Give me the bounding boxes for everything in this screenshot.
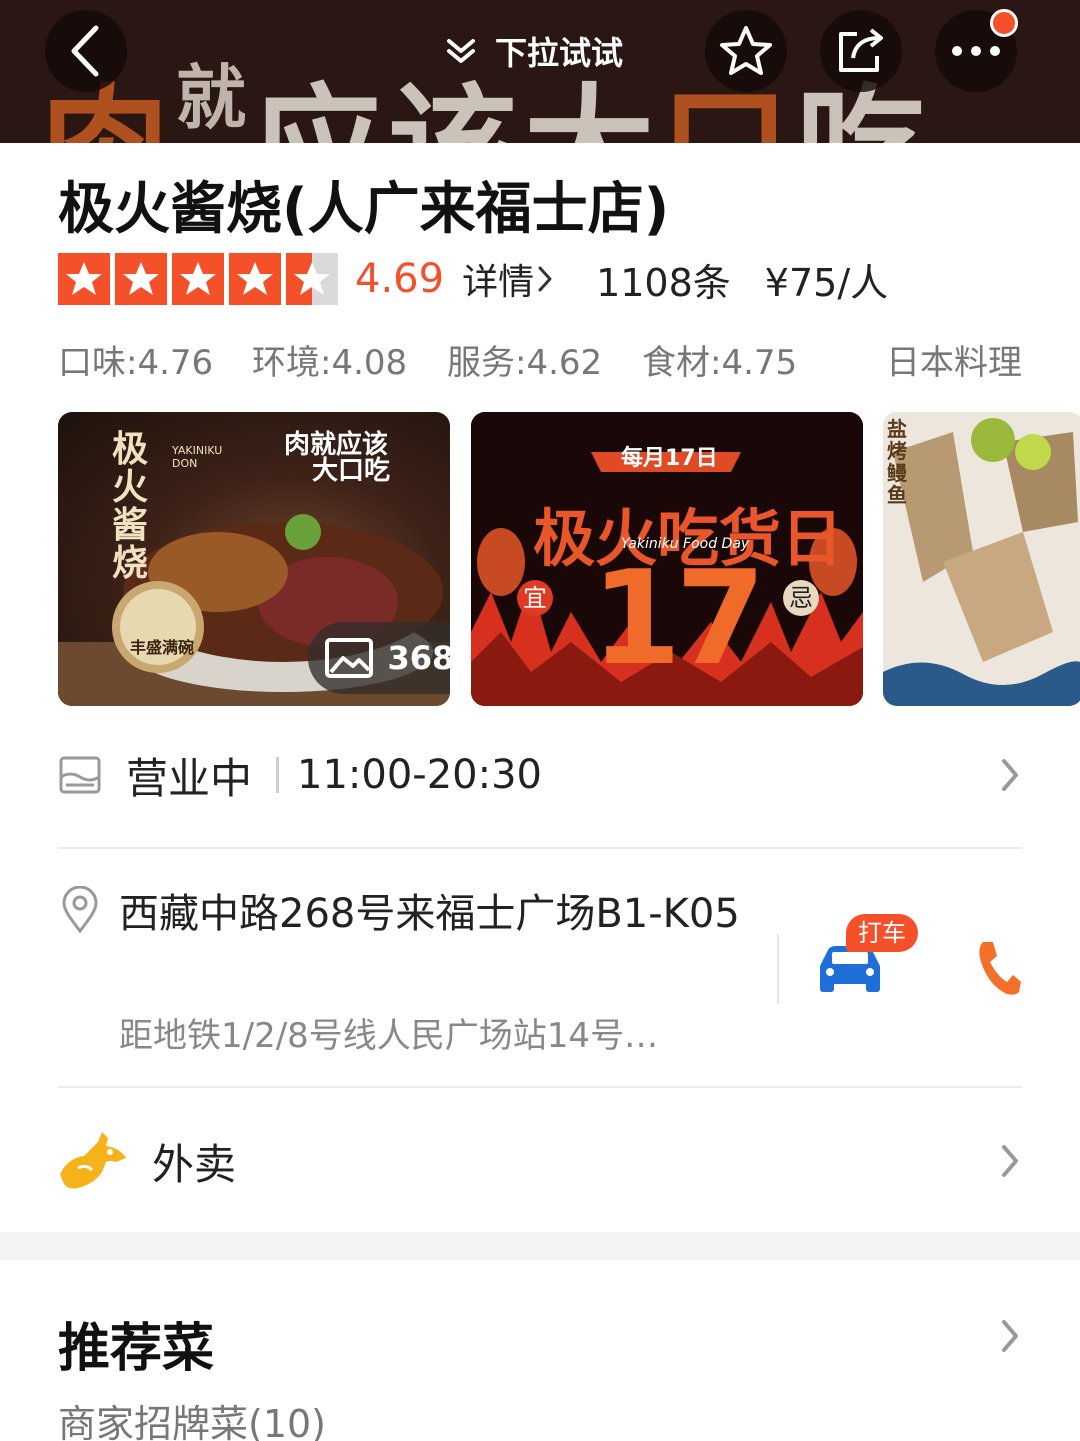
- share-button[interactable]: [820, 10, 902, 92]
- storefront-icon: [59, 756, 101, 794]
- star-outline-icon: [720, 26, 772, 75]
- kangaroo-delivery-icon: [60, 1132, 126, 1189]
- half-star-icon: [286, 253, 338, 305]
- photo-food-day-poster[interactable]: 每月17日 极火吃货日 Yakiniku Food Day 17 宜 忌: [471, 412, 863, 706]
- back-arrow-icon: [71, 25, 99, 77]
- open-status: 营业中: [126, 753, 253, 803]
- phone-icon[interactable]: [975, 938, 1023, 998]
- section-gap: [0, 1232, 1080, 1260]
- more-dots-icon: [952, 46, 1000, 56]
- separator: [276, 757, 280, 793]
- chevron-right-icon: [1002, 1145, 1018, 1177]
- photo-count: 3684: [387, 639, 450, 677]
- photo-count-badge[interactable]: 3684: [308, 622, 450, 694]
- banner-text: 应该大: [252, 70, 660, 143]
- image-icon: [325, 638, 374, 678]
- recommended-dishes-title[interactable]: 推荐菜: [58, 1306, 214, 1381]
- shop-name: 极火酱烧(人广来福士店): [58, 177, 670, 242]
- divider: [58, 1086, 1022, 1088]
- favorite-button[interactable]: [705, 10, 787, 92]
- ingredients-score: 食材:4.75: [642, 343, 798, 383]
- grilled-eel-illustration: [883, 412, 1080, 706]
- star-icon: [115, 253, 167, 305]
- back-button[interactable]: [45, 10, 127, 92]
- poster-top-text: 每月17日: [621, 446, 718, 471]
- price-per-person: ¥75/人: [764, 260, 889, 305]
- star-icon: [229, 253, 281, 305]
- poster-number: 17: [591, 542, 766, 694]
- double-chevron-down-icon: [447, 39, 475, 63]
- cuisine-type: 日本料理: [886, 343, 1022, 383]
- sub-scores: 口味:4.76 环境:4.08 服务:4.62 食材:4.75 日本料理: [58, 335, 1022, 383]
- location-pin-icon: [62, 886, 98, 934]
- chevron-right-icon: [1002, 759, 1018, 791]
- pull-hint-text: 下拉试试: [495, 34, 624, 72]
- vertical-divider: [777, 934, 779, 1004]
- logo-en-text: YAKINIKU DON: [172, 444, 223, 470]
- pull-down-hint: 下拉试试: [445, 28, 623, 74]
- taste-score: 口味:4.76: [58, 343, 214, 383]
- business-hours-row[interactable]: 营业中 11:00-20:30: [58, 745, 1022, 805]
- review-count: 1108条: [596, 260, 731, 305]
- details-label: 详情: [462, 262, 535, 303]
- dish-label: 盐烤鳗鱼: [887, 417, 907, 507]
- banner-text: 就: [176, 56, 253, 139]
- share-icon: [839, 28, 883, 72]
- rating-score: 4.69: [355, 256, 445, 302]
- poster-left-tag: 宜: [517, 580, 553, 616]
- address-text[interactable]: 西藏中路268号来福士广场B1-K05: [119, 888, 759, 940]
- environment-score: 环境:4.08: [252, 343, 408, 383]
- logo-text: 极火酱烧: [112, 428, 149, 584]
- photo-food-bowl[interactable]: 极火酱烧 YAKINIKU DON 肉就应该 大口吃 丰盛满碗 3684: [58, 412, 450, 706]
- delivery-row[interactable]: 外卖: [58, 1125, 1022, 1197]
- delivery-label: 外卖: [152, 1139, 237, 1189]
- signature-dishes-label: 商家招牌菜(10): [58, 1402, 327, 1441]
- taxi-badge[interactable]: 打车: [846, 914, 918, 952]
- star-icon: [172, 253, 224, 305]
- details-link[interactable]: 详情: [462, 253, 556, 305]
- service-score: 服务:4.62: [447, 343, 603, 383]
- star-icon: [58, 253, 110, 305]
- rating-row[interactable]: 4.69 详情 1108条 ¥75/人: [58, 253, 888, 305]
- star-rating: [58, 253, 343, 305]
- chevron-right-icon[interactable]: [998, 1316, 1022, 1356]
- divider: [58, 847, 1022, 849]
- chevron-right-icon: [538, 266, 552, 292]
- badge-text: 丰盛满碗: [130, 638, 195, 657]
- photo-grilled-eel[interactable]: 盐烤鳗鱼: [883, 412, 1080, 706]
- poster-right-tag: 忌: [783, 580, 819, 616]
- notification-dot: [990, 9, 1018, 37]
- slogan-line-2: 大口吃: [312, 456, 391, 486]
- metro-distance: 距地铁1/2/8号线人民广场站14号…: [119, 1016, 659, 1056]
- hours-time: 11:00-20:30: [297, 752, 542, 798]
- header-banner: 肉就应该大口吃 下拉试试: [0, 0, 1080, 143]
